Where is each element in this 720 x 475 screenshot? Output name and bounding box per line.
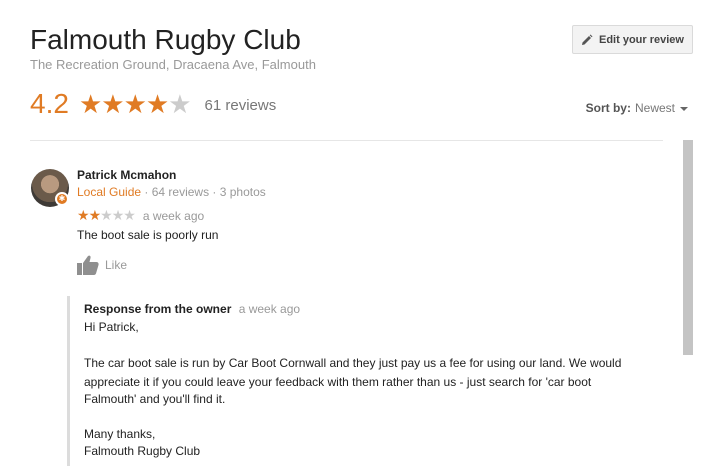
response-line-1: The car boot sale is run by Car Boot Cor… [84,356,622,370]
review-star-empty-icon: ★ [100,207,113,223]
owner-response: Response from the owner a week ago Hi Pa… [67,296,667,466]
rating-star-empty-icon: ★ [168,89,191,119]
place-address: The Recreation Ground, Dracaena Ave, Fal… [30,57,316,72]
review-stars: ★★★★★ [77,207,136,225]
thumbs-up-icon [77,255,99,275]
rating-stars: ★ ★ ★ ★ ★ [78,89,192,119]
rating-value: 4.2 [30,88,69,119]
response-line-2: appreciate it if you could leave your fe… [84,375,592,389]
review-count[interactable]: 61 reviews [205,97,277,114]
edit-review-button[interactable]: Edit your review [572,25,693,54]
reviewer-meta: Local Guide · 64 reviews · 3 photos [77,185,266,199]
response-time: a week ago [238,302,301,316]
sort-label: Sort by: [585,101,631,115]
review-star-empty-icon: ★ [111,207,125,223]
divider [30,140,663,141]
rating-summary: 4.2 ★ ★ ★ ★ ★ 61 reviews [30,88,276,120]
avatar[interactable]: ✱ [31,169,69,207]
response-owner-label: Response from the owner [84,302,232,316]
pencil-icon [582,34,593,45]
rating-star-filled-icon: ★ [78,89,102,119]
review-star-filled-icon: ★ [88,207,102,223]
reviewer-stats: · 64 reviews · 3 photos [141,185,266,199]
local-guide-label[interactable]: Local Guide [77,185,141,199]
reviewer-name[interactable]: Patrick Mcmahon [77,168,176,182]
review-text: The boot sale is poorly run [77,228,219,242]
response-signature: Falmouth Rugby Club [84,444,201,458]
response-greeting: Hi Patrick, [84,320,139,334]
local-guide-badge-icon: ✱ [55,192,69,206]
response-line-3: Falmouth' and you'll find it. [84,392,226,406]
like-button[interactable]: Like [77,255,127,275]
sort-value: Newest [634,101,675,115]
review-star-filled-icon: ★ [77,207,90,223]
review-rating-row: ★★★★★ a week ago [77,207,204,225]
like-label: Like [105,258,128,272]
response-header: Response from the owner a week ago [84,302,300,316]
chevron-down-icon [680,107,688,111]
rating-star-filled-icon: ★ [123,89,147,119]
review-star-empty-icon: ★ [123,207,136,223]
rating-star-filled-icon: ★ [101,89,124,119]
response-closing: Many thanks, [84,427,156,441]
review-time: a week ago [142,209,205,223]
rating-star-filled-icon: ★ [145,89,169,119]
scrollbar[interactable] [683,140,693,355]
edit-review-label: Edit your review [599,33,684,46]
place-title: Falmouth Rugby Club [30,24,301,55]
sort-dropdown[interactable]: Sort by: Newest [586,101,688,115]
